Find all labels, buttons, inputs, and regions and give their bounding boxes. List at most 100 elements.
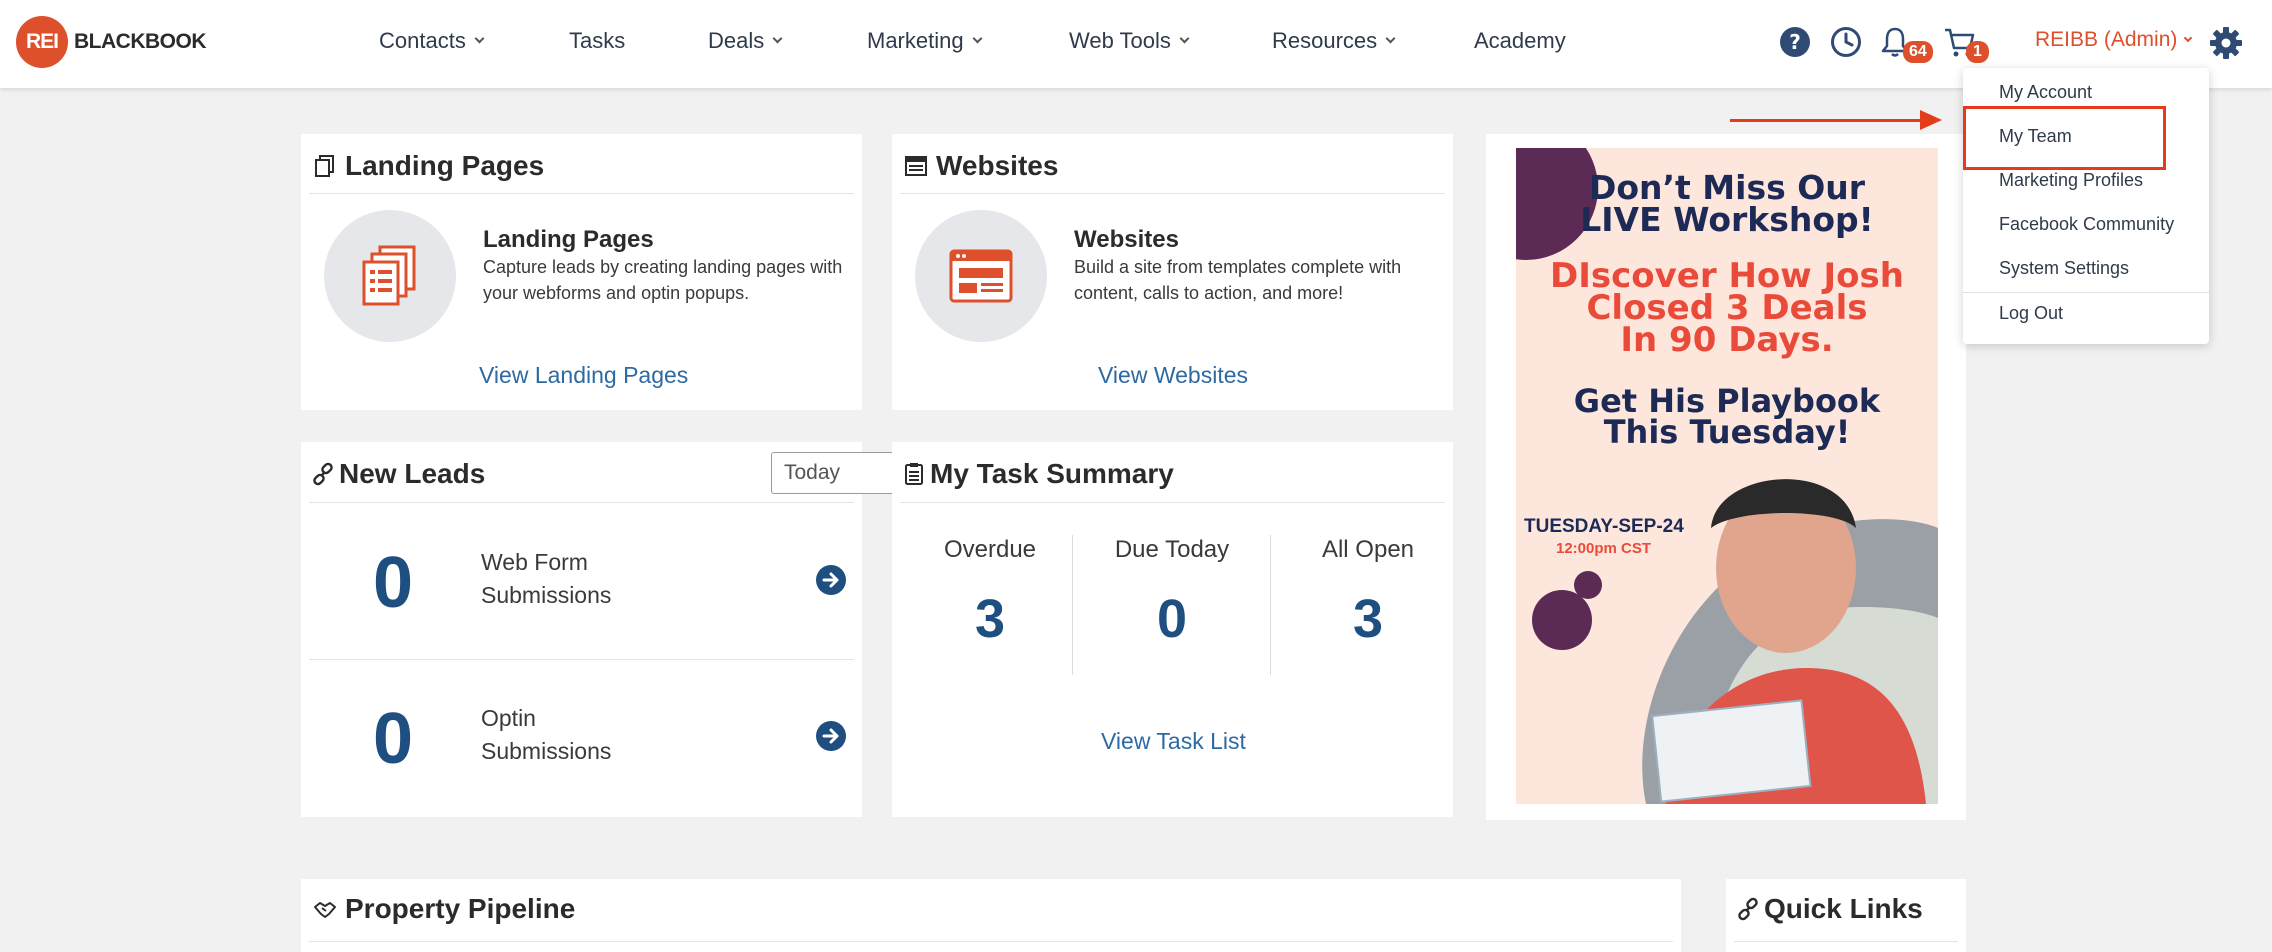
menu-item-log-out[interactable]: Log Out <box>1999 303 2063 324</box>
nav-resources[interactable]: Resources <box>1272 28 1396 54</box>
clipboard-list-icon <box>905 463 923 485</box>
arrow-circle-right-icon[interactable] <box>816 721 846 751</box>
link-icon <box>1738 897 1758 921</box>
leads-period-value: Today <box>784 461 841 484</box>
feature-title: Websites <box>1074 226 1179 253</box>
cart-badge: 1 <box>1966 41 1989 63</box>
landing-pages-icon <box>362 245 416 306</box>
menu-item-system-settings[interactable]: System Settings <box>1999 258 2129 279</box>
nav-tasks-label: Tasks <box>569 28 626 53</box>
nav-web-tools[interactable]: Web Tools <box>1069 28 1190 54</box>
nav-deals[interactable]: Deals <box>708 28 783 54</box>
web-form-label: Web Form Submissions <box>481 546 611 612</box>
workshop-promo-banner[interactable]: Don’t Miss Our LIVE Workshop! DIscover H… <box>1516 148 1938 804</box>
notifications-badge: 64 <box>1903 41 1933 63</box>
divider <box>309 502 854 503</box>
divider <box>309 659 854 660</box>
landing-pages-card: Landing Pages Landing Pages Capture lead… <box>301 134 862 410</box>
due-today-label: Due Today <box>1114 536 1230 563</box>
due-today-count[interactable]: 0 <box>1074 588 1270 650</box>
divider <box>900 193 1445 194</box>
chevron-down-icon <box>772 33 783 44</box>
nav-academy-label: Academy <box>1474 28 1566 53</box>
menu-item-facebook-community[interactable]: Facebook Community <box>1999 214 2174 235</box>
overdue-label: Overdue <box>943 536 1037 563</box>
gear-icon[interactable] <box>2208 25 2244 61</box>
user-menu-label: REIBB (Admin) <box>2035 28 2178 51</box>
column-separator <box>1072 535 1073 675</box>
divider <box>309 193 854 194</box>
optin-label: Optin Submissions <box>481 702 611 768</box>
all-open-count[interactable]: 3 <box>1270 588 1466 650</box>
optin-label-line-2: Submissions <box>481 738 612 764</box>
view-landing-pages-link[interactable]: View Landing Pages <box>479 362 688 389</box>
feature-title: Landing Pages <box>483 226 654 253</box>
annotation-arrow <box>1730 119 1926 122</box>
nav-contacts-label: Contacts <box>379 28 466 53</box>
chevron-down-icon <box>1179 33 1190 44</box>
promo-cta-2: This Tuesday! <box>1603 413 1851 451</box>
websites-card: Websites Websites Build a site from temp… <box>892 134 1453 410</box>
landing-pages-icon-circle <box>324 210 456 342</box>
nav-contacts[interactable]: Contacts <box>379 28 485 54</box>
chevron-down-icon <box>2184 33 2193 42</box>
card-title: Quick Links <box>1736 893 1923 925</box>
promo-time: 12:00pm CST <box>1556 540 1652 557</box>
card-title: Landing Pages <box>313 150 544 182</box>
new-leads-card: New Leads Today 0 Web Form Submissions 0… <box>301 442 947 817</box>
card-title: My Task Summary <box>902 458 1174 490</box>
nav-marketing[interactable]: Marketing <box>867 28 983 54</box>
optin-count: 0 <box>373 699 414 779</box>
feature-description: Build a site from templates complete wit… <box>1074 257 1402 303</box>
optin-label-line-1: Optin <box>481 705 536 731</box>
property-pipeline-card: Property Pipeline <box>301 879 1681 952</box>
handshake-icon <box>314 902 336 918</box>
link-icon <box>313 462 333 486</box>
promo-date: TUESDAY-SEP-24 <box>1524 516 1684 537</box>
chevron-down-icon <box>474 33 485 44</box>
web-form-label-line-2: Submissions <box>481 582 612 608</box>
menu-item-marketing-profiles[interactable]: Marketing Profiles <box>1999 170 2143 191</box>
view-websites-link[interactable]: View Websites <box>1098 362 1248 389</box>
nav-deals-label: Deals <box>708 28 765 53</box>
web-form-label-line-1: Web Form <box>481 549 588 575</box>
svg-text:?: ? <box>1789 30 1801 54</box>
brand-logo[interactable]: REI BLACKBOOK <box>16 16 207 68</box>
menu-divider <box>1963 292 2209 293</box>
help-icon[interactable]: ? <box>1777 24 1813 60</box>
card-title: Property Pipeline <box>313 893 575 925</box>
quick-links-card: Quick Links <box>1726 879 1966 952</box>
chevron-down-icon <box>1385 33 1396 44</box>
divider <box>900 502 1445 503</box>
nav-web-tools-label: Web Tools <box>1069 28 1171 53</box>
user-menu-toggle[interactable]: REIBB (Admin) <box>2035 28 2193 52</box>
card-title-text: Websites <box>936 150 1059 181</box>
overdue-count[interactable]: 3 <box>892 588 1088 650</box>
web-form-count: 0 <box>373 543 414 623</box>
logo-text: BLACKBOOK <box>74 30 207 53</box>
nav-academy[interactable]: Academy <box>1474 28 1566 54</box>
feature-description: Capture leads by creating landing pages … <box>483 257 843 303</box>
copy-pages-icon <box>315 155 334 177</box>
top-navbar: REI BLACKBOOK Contacts Tasks Deals Marke… <box>0 0 2272 88</box>
card-title-text: My Task Summary <box>930 458 1174 489</box>
divider <box>309 941 1673 942</box>
card-title-text: Landing Pages <box>345 150 545 181</box>
clock-icon[interactable] <box>1828 24 1864 60</box>
arrow-circle-right-icon[interactable] <box>816 565 846 595</box>
menu-item-my-account[interactable]: My Account <box>1999 82 2092 103</box>
annotation-highlight-box <box>1963 106 2166 170</box>
promo-subhead-3: In 90 Days. <box>1620 320 1834 360</box>
nav-marketing-label: Marketing <box>867 28 964 53</box>
all-open-label: All Open <box>1321 536 1415 563</box>
card-title: New Leads <box>311 458 485 490</box>
card-title-text: Property Pipeline <box>345 893 576 924</box>
promo-headline-2: LIVE Workshop! <box>1580 200 1874 239</box>
nav-resources-label: Resources <box>1272 28 1378 53</box>
website-icon <box>949 249 1013 303</box>
card-title: Websites <box>904 150 1058 182</box>
logo-badge: REI <box>16 16 68 68</box>
nav-tasks[interactable]: Tasks <box>569 28 625 54</box>
view-task-list-link[interactable]: View Task List <box>1101 728 1246 755</box>
card-title-text: New Leads <box>339 458 486 489</box>
